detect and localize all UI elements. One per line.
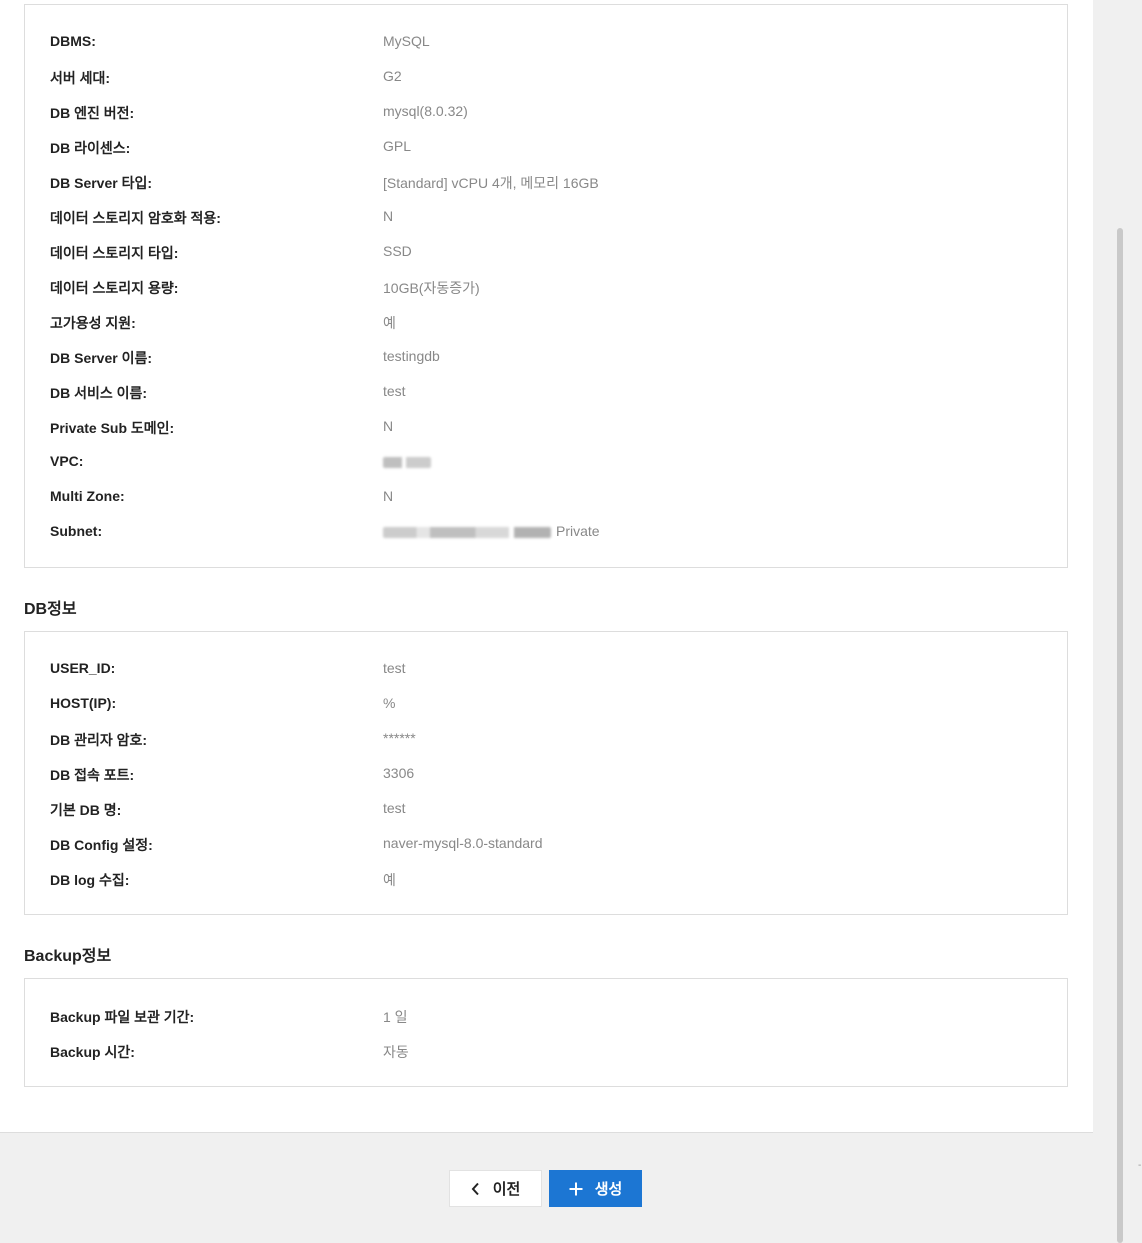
info-label: 데이터 스토리지 용량: [50,280,179,296]
info-label: DB log 수집: [50,872,130,888]
info-row: DB Config 설정: naver-mysql-8.0-standard [50,835,1050,855]
info-row: Private Sub 도메인: N [50,418,1050,438]
info-label: DB Config 설정: [50,837,153,853]
info-row: Backup 파일 보관 기간: 1 일 [50,1007,1050,1027]
chevron-left-icon [471,1182,481,1196]
info-label: 데이터 스토리지 타입: [50,245,179,261]
info-label: DBMS: [50,33,96,49]
info-label: DB 서비스 이름: [50,385,148,401]
info-label: DB 라이센스: [50,140,131,156]
info-value: 예 [383,872,396,888]
redacted-vpc-name [383,456,431,468]
create-button-label: 생성 [594,1181,623,1198]
info-row: DB 관리자 암호: ****** [50,730,1050,750]
edge-mark: - [1138,1160,1142,1171]
info-label: DB 접속 포트: [50,767,135,783]
info-value: MySQL [383,33,430,49]
info-value: N [383,418,394,434]
redacted-subnet-name [383,526,551,538]
backup-info-box: Backup 파일 보관 기간: 1 일 Backup 시간: 자동 [24,978,1068,1087]
info-row: DB 서비스 이름: test [50,383,1050,403]
info-value: [Standard] vCPU 4개, 메모리 16GB [383,175,599,191]
info-label: HOST(IP): [50,695,117,711]
info-value: N [383,208,394,224]
info-label: 고가용성 지원: [50,315,136,331]
info-label: Private Sub 도메인: [50,420,175,436]
info-value: test [383,383,406,399]
info-value: 자동 [383,1044,409,1060]
plus-icon [569,1182,583,1196]
server-info-box: DBMS: MySQL 서버 세대: G2 DB 엔진 버전: mysql(8.0.3… [24,4,1068,568]
info-row: 데이터 스토리지 타입: SSD [50,243,1050,263]
info-row: 고가용성 지원: 예 [50,313,1050,333]
info-value: % [383,695,396,711]
info-value: 3306 [383,765,415,781]
info-value: mysql(8.0.32) [383,103,468,119]
prev-button-label: 이전 [492,1181,521,1198]
info-label: 데이터 스토리지 암호화 적용: [50,210,221,226]
info-row: Multi Zone: N [50,488,1050,508]
info-row: DB 엔진 버전: mysql(8.0.32) [50,103,1050,123]
db-info-box: USER_ID: test HOST(IP):% DB 관리자 암호: ******… [24,631,1068,915]
info-row: DB Server 타입: [Standard] vCPU 4개, 메모리 16G… [50,173,1050,193]
info-label: Multi Zone: [50,488,125,504]
info-row: 기본 DB 명: test [50,800,1050,820]
info-label: 기본 DB 명: [50,802,122,818]
info-row: USER_ID: test [50,660,1050,680]
info-row: HOST(IP):% [50,695,1050,715]
info-label: Subnet: [50,523,103,539]
info-row: 데이터 스토리지 암호화 적용: N [50,208,1050,228]
info-label: VPC: [50,453,84,469]
info-label: Backup 파일 보관 기간: [50,1009,195,1025]
info-label: DB 엔진 버전: [50,105,135,121]
info-value: ****** [383,730,416,746]
info-row: Backup 시간: 자동 [50,1042,1050,1062]
info-label: Backup 시간: [50,1044,135,1060]
info-value: 예 [383,315,396,331]
info-row: VPC: [50,453,1050,473]
vpc-value [383,453,431,469]
info-row: DB 접속 포트: 3306 [50,765,1050,785]
info-value: SSD [383,243,412,259]
info-row: Subnet: Private [50,523,1050,543]
scrollbar-thumb[interactable] [1117,228,1123,1243]
db-info-title: DB정보 [24,601,77,618]
info-value: test [383,660,406,676]
info-row: DB 라이센스: GPL [50,138,1050,158]
info-row: DB log 수집: 예 [50,870,1050,890]
backup-info-title: Backup정보 [24,948,112,965]
info-row: DBMS: MySQL [50,33,1050,53]
subnet-value: Private [383,523,600,539]
info-label: DB Server 이름: [50,350,153,366]
review-content-panel: DBMS: MySQL 서버 세대: G2 DB 엔진 버전: mysql(8.0.3… [0,0,1093,1133]
info-label: DB 관리자 암호: [50,732,148,748]
info-label: DB Server 타입: [50,175,153,191]
info-value: 10GB(자동증가) [383,280,480,296]
info-value: test [383,800,406,816]
info-row: 서버 세대: G2 [50,68,1050,88]
info-row: 데이터 스토리지 용량: 10GB(자동증가) [50,278,1050,298]
info-value: 1 일 [383,1009,408,1025]
info-row: DB Server 이름: testingdb [50,348,1050,368]
info-value: naver-mysql-8.0-standard [383,835,543,851]
info-value: GPL [383,138,412,154]
info-label: USER_ID: [50,660,116,676]
info-value: N [383,488,394,504]
info-value: testingdb [383,348,440,364]
info-value: G2 [383,68,402,84]
info-label: 서버 세대: [50,70,111,86]
subnet-type: Private [556,523,600,539]
prev-button[interactable]: 이전 [449,1170,542,1207]
create-button[interactable]: 생성 [549,1170,642,1207]
